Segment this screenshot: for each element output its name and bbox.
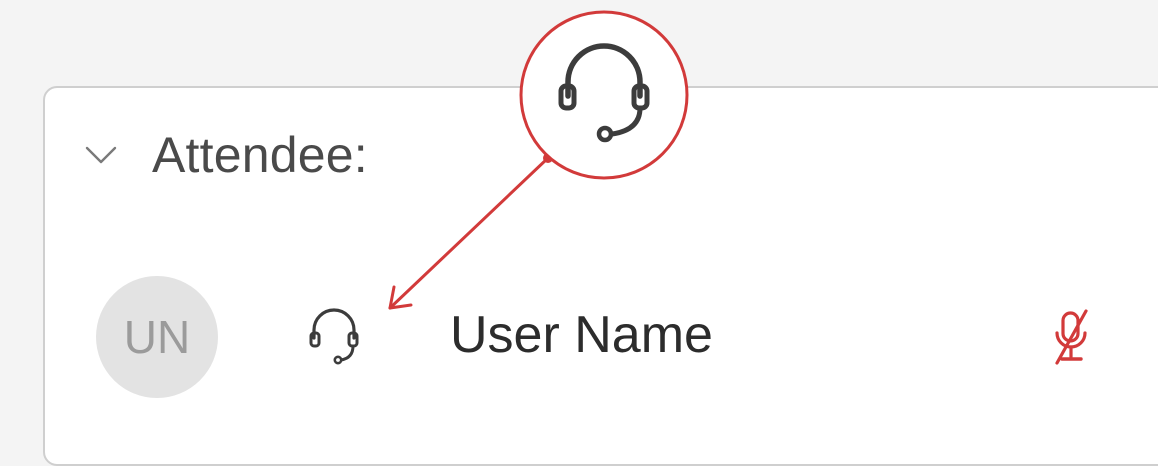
attendee-section-header[interactable]: Attendee: (84, 120, 368, 190)
user-name: User Name (450, 306, 713, 364)
avatar: UN (96, 276, 218, 398)
mic-muted-icon[interactable] (1052, 307, 1090, 367)
section-label: Attendee: (152, 127, 368, 183)
avatar-initials: UN (123, 311, 191, 363)
chevron-down-icon[interactable] (84, 138, 118, 172)
headset-icon (309, 308, 359, 365)
